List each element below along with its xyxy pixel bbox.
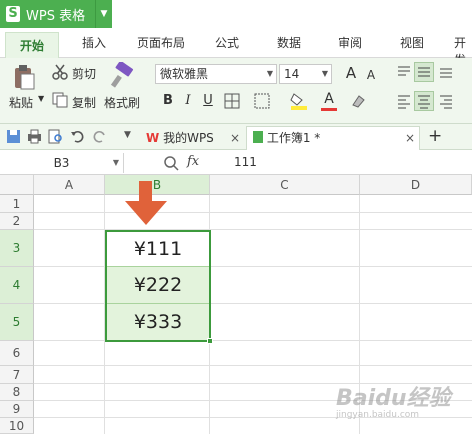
formula-bar: B3 ▼ fx 111 <box>0 151 472 175</box>
wps-w-icon: W <box>146 131 160 145</box>
row-header-9[interactable]: 9 <box>0 401 34 418</box>
font-color-icon[interactable]: A <box>320 91 338 111</box>
row-header-7[interactable]: 7 <box>0 366 34 384</box>
title-bar: S WPS 表格 ▼ <box>0 0 472 28</box>
cell-b5[interactable]: ¥333 <box>107 304 209 340</box>
tab-my-wps[interactable]: W 我的WPS × <box>142 127 244 149</box>
insert-function-button[interactable]: fx <box>187 154 199 169</box>
new-tab-button[interactable]: + <box>428 126 442 146</box>
row-header-3[interactable]: 3 <box>0 230 34 267</box>
copy-icon[interactable] <box>52 92 68 108</box>
print-icon[interactable] <box>27 129 42 144</box>
row-line <box>34 303 472 304</box>
save-icon[interactable] <box>6 129 21 144</box>
grow-font-button[interactable]: A <box>342 64 360 82</box>
row-header-10[interactable]: 10 <box>0 418 34 434</box>
wps-logo-icon: S <box>6 6 20 22</box>
cell-b3[interactable]: ¥111 <box>107 232 209 266</box>
row-line <box>34 266 472 267</box>
ribbon-panel: 粘贴 ▼ 剪切 复制 格式刷 微软雅黑 ▼ 14 ▼ A A B I U A <box>0 58 472 124</box>
bold-button[interactable]: B <box>159 92 177 110</box>
tab-review[interactable]: 审阅 <box>338 34 362 51</box>
paste-button[interactable]: 粘贴 <box>9 94 33 111</box>
row-header-8[interactable]: 8 <box>0 384 34 401</box>
align-top-icon[interactable] <box>396 64 412 80</box>
row-header-2[interactable]: 2 <box>0 213 34 230</box>
tab-start[interactable]: 开始 <box>5 32 59 58</box>
cell-b4[interactable]: ¥222 <box>107 267 209 303</box>
document-tab-bar: ▼ W 我的WPS × 工作簿1 * × + <box>0 124 472 150</box>
font-size-value: 14 <box>284 67 300 81</box>
spreadsheet-icon <box>253 131 263 143</box>
baidu-watermark: Baidu经验 jingyan.baidu.com <box>336 380 466 430</box>
paste-icon[interactable] <box>12 64 36 90</box>
row-header-4[interactable]: 4 <box>0 267 34 304</box>
customize-toolbar-icon[interactable]: ▼ <box>124 130 131 140</box>
chevron-down-icon: ▼ <box>112 158 119 167</box>
underline-button[interactable]: U <box>199 92 217 110</box>
merge-cells-icon[interactable] <box>254 93 270 109</box>
column-header-c[interactable]: C <box>210 175 360 195</box>
format-painter-icon[interactable] <box>110 60 136 90</box>
print-preview-icon[interactable] <box>48 129 63 144</box>
cut-button[interactable]: 剪切 <box>72 65 96 82</box>
row-header-6[interactable]: 6 <box>0 341 34 366</box>
ribbon-tab-bar: 开始 插入 页面布局 公式 数据 审阅 视图 开发 <box>0 28 472 67</box>
align-bottom-icon[interactable] <box>438 64 454 80</box>
select-all-corner[interactable] <box>0 175 34 195</box>
align-right-icon[interactable] <box>438 93 454 109</box>
tab-workbook1-label: 工作簿1 * <box>266 131 321 145</box>
close-icon[interactable]: × <box>405 127 415 149</box>
app-title: WPS 表格 <box>26 8 86 24</box>
borders-icon[interactable] <box>224 93 240 109</box>
column-header-a[interactable]: A <box>34 175 105 195</box>
chevron-down-icon: ▼ <box>321 69 328 78</box>
zoom-search-icon[interactable] <box>163 155 179 171</box>
font-size-select[interactable]: 14 ▼ <box>279 64 332 84</box>
name-box-value: B3 <box>53 156 70 170</box>
align-center-icon[interactable] <box>414 91 434 111</box>
watermark-sub: jingyan.baidu.com <box>336 410 420 420</box>
font-name-value: 微软雅黑 <box>160 67 209 81</box>
clear-format-icon[interactable] <box>350 93 366 109</box>
name-box[interactable]: B3 ▼ <box>0 153 124 173</box>
app-menu-button[interactable]: S WPS 表格 ▼ <box>0 0 112 28</box>
paste-dropdown-icon[interactable]: ▼ <box>38 94 44 103</box>
tab-page-layout[interactable]: 页面布局 <box>137 34 185 51</box>
format-painter-button[interactable]: 格式刷 <box>104 94 140 111</box>
row-line <box>34 229 472 230</box>
tab-formulas[interactable]: 公式 <box>215 34 239 51</box>
align-left-icon[interactable] <box>396 93 412 109</box>
chevron-down-icon[interactable]: ▼ <box>95 0 112 28</box>
undo-icon[interactable] <box>70 129 85 144</box>
watermark-text: Baidu经验 <box>336 386 451 411</box>
close-icon[interactable]: × <box>230 127 240 149</box>
arrow-down-icon <box>121 181 171 227</box>
tab-insert[interactable]: 插入 <box>82 34 106 51</box>
tab-my-wps-label: 我的WPS <box>163 131 214 145</box>
row-header-1[interactable]: 1 <box>0 195 34 213</box>
tab-workbook1[interactable]: 工作簿1 * × <box>246 126 420 150</box>
copy-button[interactable]: 复制 <box>72 94 96 111</box>
scissors-icon[interactable] <box>52 64 68 80</box>
chevron-down-icon: ▼ <box>266 69 273 78</box>
fill-color-icon[interactable] <box>290 92 308 110</box>
row-line <box>34 340 472 341</box>
font-name-select[interactable]: 微软雅黑 ▼ <box>155 64 277 84</box>
tab-view[interactable]: 视图 <box>400 34 424 51</box>
tab-data[interactable]: 数据 <box>277 34 301 51</box>
row-line <box>34 212 472 213</box>
column-header-d[interactable]: D <box>360 175 472 195</box>
align-middle-icon[interactable] <box>414 62 434 82</box>
formula-input[interactable]: 111 <box>234 155 257 169</box>
redo-icon[interactable] <box>92 129 107 144</box>
italic-button[interactable]: I <box>179 92 197 110</box>
row-header-5[interactable]: 5 <box>0 304 34 341</box>
row-line <box>34 365 472 366</box>
shrink-font-button[interactable]: A <box>362 66 380 84</box>
